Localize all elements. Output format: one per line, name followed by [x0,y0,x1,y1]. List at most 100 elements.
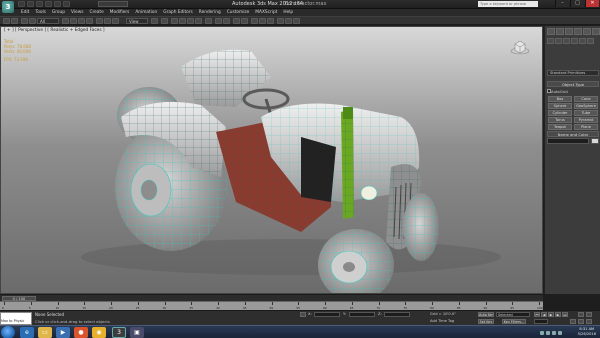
3ds-max-task-icon[interactable]: 3 [112,327,126,338]
motion-tab-icon[interactable] [574,28,582,35]
help-search-input[interactable]: Type a keyword or phrase [478,1,538,7]
teapot-button[interactable]: Teapot [548,124,572,130]
menu-views[interactable]: Views [68,9,86,16]
move-icon[interactable] [96,18,103,24]
perspective-viewport[interactable]: [ + ] [ Perspective ] [ Realistic + Edge… [0,26,543,294]
open-file-icon[interactable] [27,1,34,7]
select-manipulate-icon[interactable] [161,18,168,24]
time-slider[interactable]: 0 / 100 [0,294,543,301]
project-folder-icon[interactable] [63,1,70,7]
sphere-button[interactable]: Sphere [548,103,572,109]
key-filters-button[interactable]: Key Filters... [502,319,526,324]
plane-button[interactable]: Plane [574,124,598,130]
media-player-icon[interactable]: ▶ [56,327,70,338]
menu-graph-editors[interactable]: Graph Editors [160,9,196,16]
scale-icon[interactable] [112,18,119,24]
previous-frame-icon[interactable]: ◀ [541,312,547,317]
play-icon[interactable]: ▶ [548,312,554,317]
category-dropdown[interactable]: Standard Primitives [547,70,599,76]
box-button[interactable]: Box [548,96,572,102]
set-key-button[interactable]: Set Key [478,319,494,324]
menu-help[interactable]: Help [280,9,296,16]
torus-button[interactable]: Torus [548,117,572,123]
redo-icon[interactable] [54,1,61,7]
x-coordinate-field[interactable] [314,312,340,317]
network-icon[interactable] [540,330,544,335]
utilities-tab-icon[interactable] [592,28,600,35]
pyramid-button[interactable]: Pyramid [574,117,598,123]
select-object-icon[interactable] [62,18,69,24]
chrome-icon[interactable]: ◉ [92,327,106,338]
z-coordinate-field[interactable] [384,312,410,317]
app-menu-button[interactable]: 3 [2,1,14,13]
track-bar[interactable]: 0 5 10 15 20 25 30 35 40 45 50 55 60 65 70 75 80 85 90 95 10… [0,301,543,310]
rectangular-selection-icon[interactable] [78,18,85,24]
modify-tab-icon[interactable] [556,28,564,35]
menu-modifiers[interactable]: Modifiers [107,9,133,16]
schematic-view-icon[interactable] [259,18,266,24]
menu-customize[interactable]: Customize [224,9,253,16]
menu-tools[interactable]: Tools [32,9,49,16]
menu-animation[interactable]: Animation [132,9,160,16]
snaps-toggle-icon[interactable] [171,18,178,24]
minimize-button[interactable]: – [555,0,569,7]
lights-icon[interactable] [563,38,570,44]
tractor-model[interactable] [1,27,543,294]
cone-button[interactable]: Cone [574,96,598,102]
link-icon[interactable] [21,18,28,24]
align-icon[interactable] [223,18,230,24]
spinner-snap-icon[interactable] [195,18,202,24]
mirror-icon[interactable] [215,18,222,24]
rendered-frame-window-icon[interactable] [285,18,292,24]
flag-icon[interactable] [552,330,556,335]
layer-manager-icon[interactable] [233,18,240,24]
y-coordinate-field[interactable] [349,312,375,317]
redo-icon[interactable] [11,18,18,24]
material-editor-icon[interactable] [267,18,274,24]
start-button[interactable] [1,326,15,338]
volume-icon[interactable] [546,330,550,335]
cameras-icon[interactable] [571,38,578,44]
geosphere-button[interactable]: GeoSphere [574,103,598,109]
shapes-icon[interactable] [555,38,562,44]
curve-editor-icon[interactable] [251,18,258,24]
percent-snap-icon[interactable] [187,18,194,24]
render-setup-icon[interactable] [277,18,284,24]
object-color-swatch[interactable] [591,138,599,144]
graphite-ribbon-icon[interactable] [241,18,248,24]
add-time-tag[interactable]: Add Time Tag [430,319,454,323]
firefox-icon[interactable]: ● [74,327,88,338]
zoom-icon[interactable] [570,319,576,324]
orbit-icon[interactable] [586,319,592,324]
maximize-button[interactable]: □ [570,0,584,7]
task-app-icon[interactable]: ▣ [130,327,144,338]
geometry-icon[interactable] [547,38,554,44]
object-type-rollout[interactable]: Object Type [547,81,599,87]
close-button[interactable]: ✕ [585,0,599,7]
spacewarps-icon[interactable] [587,38,594,44]
display-tab-icon[interactable] [583,28,591,35]
tube-button[interactable]: Tube [574,110,598,116]
key-selection-dropdown[interactable]: Selected [496,312,530,317]
current-frame-field[interactable] [534,319,548,324]
pivot-center-icon[interactable] [151,18,158,24]
hierarchy-tab-icon[interactable] [565,28,573,35]
battery-icon[interactable] [558,330,562,335]
angle-snap-icon[interactable] [179,18,186,24]
maximize-viewport-icon[interactable] [586,312,592,317]
next-frame-icon[interactable]: ▶ [555,312,561,317]
go-to-start-icon[interactable]: ⏮ [534,312,540,317]
go-to-end-icon[interactable]: ⏭ [562,312,568,317]
render-production-icon[interactable] [293,18,300,24]
cylinder-button[interactable]: Cylinder [548,110,572,116]
reference-coordinate-dropdown[interactable]: View [126,18,148,24]
workspace-dropdown[interactable] [98,1,128,7]
create-tab-icon[interactable] [547,28,555,35]
lock-selection-icon[interactable] [300,312,306,317]
selection-filter-dropdown[interactable]: All [37,18,59,24]
new-file-icon[interactable] [18,1,25,7]
viewcube-icon[interactable] [510,39,530,55]
viewport-label[interactable]: [ + ] [ Perspective ] [ Realistic + Edge… [4,28,105,33]
menu-rendering[interactable]: Rendering [196,9,224,16]
helpers-icon[interactable] [579,38,586,44]
